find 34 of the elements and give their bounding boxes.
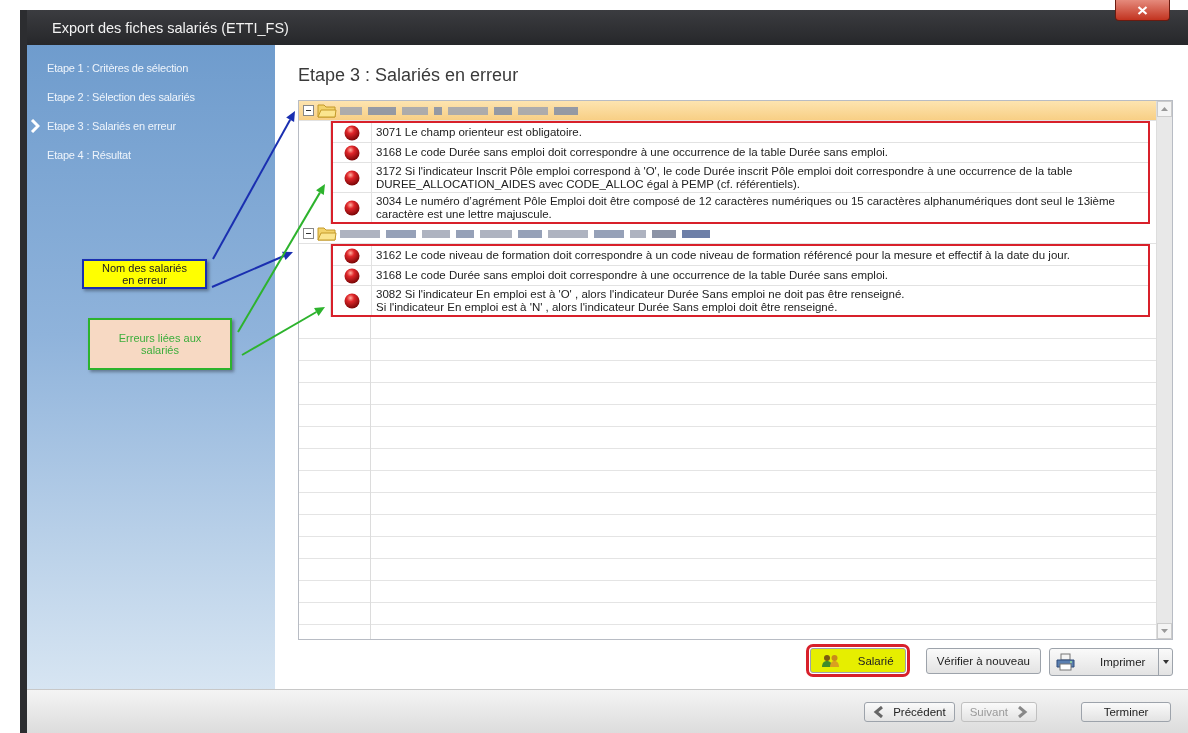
error-ball-icon <box>344 292 360 309</box>
error-ball-icon <box>344 124 360 141</box>
scroll-up-icon[interactable] <box>1157 101 1172 117</box>
printer-icon <box>1056 653 1076 671</box>
scrollbar[interactable] <box>1156 101 1172 639</box>
error-message: 3168 Le code Durée sans emploi doit correspondre à une occurrence de la table Durée sans emploi. <box>375 268 890 284</box>
annotation-callout: Erreurs liées aux salariés <box>88 318 232 370</box>
window-title: Export des fiches salariés (ETTI_FS) <box>27 10 1188 45</box>
previous-button[interactable]: Précédent <box>864 701 955 722</box>
error-ball-icon <box>344 267 360 284</box>
folder-icon <box>317 103 337 118</box>
dropdown-button[interactable] <box>1158 649 1172 675</box>
error-message: 3034 Le numéro d’agrément Pôle Emploi doit être composé de 12 caractères numériques ou 15 caractères alphanumériques dont seul le 13ième caractère est une lettre majuscule. <box>375 194 1116 222</box>
people-icon <box>821 653 840 668</box>
collapse-icon[interactable] <box>303 228 314 239</box>
collapse-icon[interactable] <box>303 105 314 116</box>
error-message: 3172 Si l'indicateur Inscrit Pôle emploi correspond à 'O', le code Durée inscrit Pôle emploi doit correspondre à une occurrence de la table DUREE_ALLOCATION_AIDES avec CODE_ALLOC égal à PEMP (cf. référentiels). <box>375 164 1074 192</box>
close-button[interactable] <box>1115 0 1170 21</box>
error-ball-icon <box>344 247 360 264</box>
annotation-callout: Nom des salariés en erreur <box>82 259 207 289</box>
error-message: 3082 Si l'indicateur En emploi est à 'O' , alors l'indicateur Durée Sans emploi ne doit pas être renseigné. Si l'indicateur En emploi est à 'N' , alors l'indicateur Durée Sans emploi doit être renseigné. <box>375 287 906 315</box>
finish-button[interactable]: Terminer <box>1081 701 1171 722</box>
caret-icon <box>1162 660 1169 664</box>
scroll-down-icon[interactable] <box>1157 623 1172 639</box>
error-ball-icon <box>344 144 360 161</box>
verify-button[interactable]: Vérifier à nouveau <box>925 648 1041 674</box>
error-message: 3162 Le code niveau de formation doit correspondre à un code niveau de formation référencé pour la mesure et effectif à la date du jour. <box>375 248 1072 264</box>
folder-icon <box>317 226 337 241</box>
error-ball-icon <box>344 199 360 216</box>
close-icon <box>1137 5 1148 15</box>
page-heading: Etape 3 : Salariés en erreur <box>298 64 520 86</box>
error-message: 3071 Le champ orienteur est obligatoire. <box>375 125 583 141</box>
error-ball-icon <box>344 169 360 186</box>
error-message: 3168 Le code Durée sans emploi doit correspondre à une occurrence de la table Durée sans emploi. <box>375 145 890 161</box>
